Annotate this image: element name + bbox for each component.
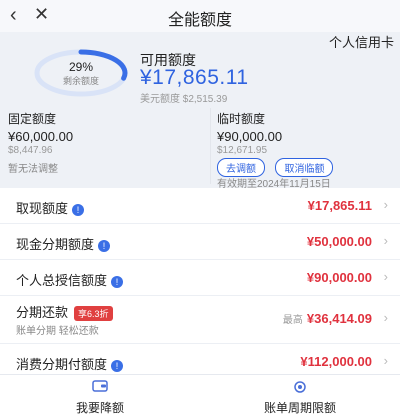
installment-amount: ¥36,414.09 bbox=[306, 311, 372, 326]
remaining-percent: 29% bbox=[68, 60, 94, 74]
info-icon[interactable]: ! bbox=[72, 203, 85, 216]
remaining-gauge: 29% 剩余额度 bbox=[32, 48, 130, 98]
list-item-value: ¥50,000.00 bbox=[306, 234, 372, 249]
fixed-limit-label: 固定额度 bbox=[8, 112, 57, 126]
info-icon[interactable]: ! bbox=[111, 275, 124, 288]
available-limit-amount: ¥17,865.11 bbox=[140, 66, 249, 89]
billing-cycle-limit-label: 账单周期限额 bbox=[263, 401, 336, 415]
fixed-limit-hint: 暂无法调整 bbox=[8, 164, 58, 175]
temp-limit-label: 临时额度 bbox=[217, 112, 266, 126]
chevron-right-icon: › bbox=[383, 269, 388, 284]
list-item-label: 现金分期额度 bbox=[16, 237, 95, 252]
info-icon[interactable]: ! bbox=[98, 239, 111, 252]
list-item-cash-advance[interactable]: 取现额度! ¥17,865.11 › bbox=[0, 188, 400, 224]
credit-summary: 29% 剩余额度 可用额度 ¥17,865.11 美元额度 $2,515.39 bbox=[0, 48, 400, 105]
info-icon[interactable]: ! bbox=[111, 359, 124, 372]
chevron-right-icon: › bbox=[383, 310, 388, 325]
billing-cycle-limit-button[interactable]: 账单周期限额 bbox=[200, 379, 400, 416]
remaining-percent-label: 剩余额度 bbox=[62, 76, 99, 86]
top-bar: ‹ ✕ 全能额度 bbox=[0, 0, 400, 32]
list-item-value: 最高 ¥36,414.09 bbox=[283, 311, 372, 326]
list-item-cash-installment[interactable]: 现金分期额度! ¥50,000.00 › bbox=[0, 224, 400, 260]
list-item-total-credit[interactable]: 个人总授信额度! ¥90,000.00 › bbox=[0, 260, 400, 296]
temp-limit-usd: $12,671.95 bbox=[217, 145, 268, 156]
temp-limit-amount: ¥90,000.00 bbox=[217, 129, 283, 144]
chevron-right-icon: › bbox=[383, 197, 388, 212]
usd-limit-label: 美元额度 bbox=[140, 94, 180, 105]
fixed-limit-panel: 固定额度 ¥60,000.00 $8,447.96 暂无法调整 bbox=[8, 108, 206, 184]
list-item-label: 分期还款 bbox=[16, 305, 69, 320]
page-title: 全能额度 bbox=[167, 12, 232, 29]
list-item-value: ¥112,000.00 bbox=[300, 354, 372, 369]
max-prefix: 最高 bbox=[282, 315, 303, 326]
gear-icon bbox=[200, 379, 400, 397]
fixed-limit-amount: ¥60,000.00 bbox=[8, 129, 74, 144]
bottom-action-bar: 我要降额 账单周期限额 bbox=[0, 374, 400, 418]
chevron-right-icon: › bbox=[383, 353, 388, 368]
list-item-label: 消费分期付额度 bbox=[16, 357, 108, 372]
chevron-right-icon: › bbox=[383, 233, 388, 248]
limit-list: 取现额度! ¥17,865.11 › 现金分期额度! ¥50,000.00 › … bbox=[0, 188, 400, 380]
usd-limit: 美元额度 $2,515.39 bbox=[140, 90, 227, 105]
temp-limit-actions: 去调额 取消临额 bbox=[217, 158, 398, 177]
list-item-installment-repay[interactable]: 分期还款 享6.3折 账单分期 轻松还款 最高 ¥36,414.09 › bbox=[0, 296, 400, 344]
list-item-label: 取现额度 bbox=[16, 201, 69, 216]
list-item-value: ¥90,000.00 bbox=[306, 270, 372, 285]
wallet-icon bbox=[0, 379, 200, 397]
discount-badge: 享6.3折 bbox=[74, 306, 113, 322]
limit-breakdown: 固定额度 ¥60,000.00 $8,447.96 暂无法调整 临时额度 ¥90… bbox=[0, 108, 400, 190]
temp-limit-panel: 临时额度 ¥90,000.00 $12,671.95 去调额 取消临额 有效期至… bbox=[210, 108, 398, 190]
list-item-subtitle: 账单分期 轻松还款 bbox=[16, 326, 99, 337]
list-item-value: ¥17,865.11 bbox=[307, 198, 372, 213]
list-item-label: 个人总授信额度 bbox=[16, 273, 108, 288]
reduce-limit-label: 我要降额 bbox=[75, 401, 124, 415]
reduce-limit-button[interactable]: 我要降额 bbox=[0, 379, 200, 416]
fixed-limit-usd: $8,447.96 bbox=[8, 145, 53, 156]
usd-limit-amount: $2,515.39 bbox=[182, 94, 228, 105]
